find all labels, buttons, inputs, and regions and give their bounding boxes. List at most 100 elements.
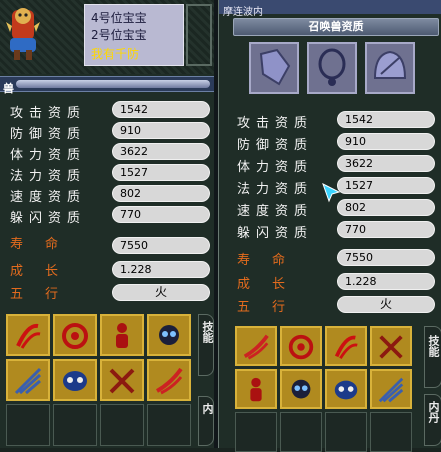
skill-slot[interactable]	[325, 326, 367, 366]
left-pet-window: 4号位宝宝 2号位宝宝 我有千防 兽 攻击资质 1542 防御资质 910 体力…	[0, 0, 214, 448]
stat-value: 3622	[112, 143, 210, 160]
left-header-scroll[interactable]	[16, 80, 210, 88]
stat-value: 1542	[112, 101, 210, 118]
right-title: 召唤兽资质	[308, 20, 364, 33]
stat-value: 770	[112, 206, 210, 223]
stat-label: 防御资质	[237, 138, 314, 153]
right-tab-neidan[interactable]: 内丹	[424, 394, 441, 446]
stat-label: 防御资质	[10, 127, 87, 142]
skill-slot-empty[interactable]	[280, 412, 322, 452]
equip-slot-necklace[interactable]	[307, 42, 357, 94]
helmet-icon	[373, 50, 407, 79]
skill-slot-empty[interactable]	[235, 412, 277, 452]
stat-value: 3622	[337, 155, 435, 172]
skill-slot[interactable]	[147, 359, 191, 401]
equip-slot-armor[interactable]	[249, 42, 299, 94]
claw-skill-icon	[334, 335, 358, 359]
right-caption: 摩连波内	[223, 7, 263, 18]
left-tab-neidan[interactable]: 内	[198, 396, 214, 446]
pet-portrait[interactable]	[4, 2, 42, 62]
skill-slot-empty[interactable]	[53, 404, 97, 446]
skull-skill-icon	[291, 379, 311, 399]
swirl-skill-icon	[288, 334, 314, 360]
skill-slot[interactable]	[100, 359, 144, 401]
stat-label: 攻击资质	[10, 106, 87, 121]
skill-slot[interactable]	[6, 359, 50, 401]
list-scroll-frame	[186, 4, 212, 66]
stat-label: 速度资质	[237, 204, 314, 219]
element-label: 五行	[237, 300, 308, 315]
pet-name-list: 4号位宝宝 2号位宝宝 我有千防	[84, 4, 184, 66]
stat-value: 1527	[337, 177, 435, 194]
skill-slot[interactable]	[370, 369, 412, 409]
left-tab-skills[interactable]: 技能	[198, 314, 214, 376]
skill-slot[interactable]	[235, 326, 277, 366]
stat-value: 910	[112, 122, 210, 139]
skill-slot[interactable]	[370, 326, 412, 366]
skill-slot[interactable]	[280, 326, 322, 366]
skill-slot[interactable]	[325, 369, 367, 409]
stat-value: 802	[337, 199, 435, 216]
right-title-bar[interactable]: 召唤兽资质	[233, 18, 439, 36]
stat-label: 法力资质	[237, 182, 314, 197]
stat-label: 法力资质	[10, 169, 87, 184]
right-skill-grid	[235, 326, 417, 452]
skill-slot-empty[interactable]	[100, 404, 144, 446]
element-label: 五行	[10, 287, 81, 302]
wing-skill-icon	[378, 377, 404, 403]
slash-skill-icon	[155, 367, 183, 395]
growth-label: 成长	[10, 264, 81, 279]
growth-label: 成长	[237, 277, 308, 292]
necklace-icon	[318, 48, 346, 86]
growth-value: 1.228	[112, 261, 210, 278]
pet-name-item[interactable]: 4号位宝宝	[85, 5, 183, 25]
skill-slot[interactable]	[280, 369, 322, 409]
pet-name-item-selected[interactable]: 我有千防	[85, 43, 183, 62]
equip-slot-helmet[interactable]	[365, 42, 415, 94]
stat-value: 910	[337, 133, 435, 150]
stat-label: 躲闪资质	[237, 226, 314, 241]
skill-slot[interactable]	[6, 314, 50, 356]
skill-slot[interactable]	[235, 369, 277, 409]
right-tab-neidan-label: 内丹	[427, 401, 440, 423]
right-aptitude-window: 摩连波内 召唤兽资质 攻击资质 1542 防御资质 910 体力资质 3622 …	[218, 0, 441, 452]
right-tab-skills-label: 技能	[427, 335, 440, 357]
skill-slot-empty[interactable]	[6, 404, 50, 446]
stat-value: 1542	[337, 111, 435, 128]
element-value: 火	[337, 296, 435, 313]
skill-slot[interactable]	[100, 314, 144, 356]
skill-slot[interactable]	[147, 314, 191, 356]
slash-skill-icon	[243, 334, 269, 360]
mask-skill-icon	[334, 380, 358, 400]
stat-label: 躲闪资质	[10, 211, 87, 226]
right-caption-bar: 摩连波内	[219, 0, 441, 18]
pet-name-item[interactable]: 2号位宝宝	[85, 24, 183, 43]
left-header-bar: 兽	[0, 76, 214, 95]
figure-skill-icon	[116, 323, 128, 348]
left-stats: 攻击资质 1542 防御资质 910 体力资质 3622 法力资质 1527 速…	[0, 96, 214, 306]
stat-value: 1527	[112, 164, 210, 181]
swirl-skill-icon	[62, 323, 88, 349]
stat-value: 802	[112, 185, 210, 202]
skill-slot[interactable]	[53, 314, 97, 356]
left-skill-grid	[6, 314, 196, 446]
skill-slot[interactable]	[53, 359, 97, 401]
mouse-cursor-icon	[322, 182, 341, 203]
skill-slot-empty[interactable]	[147, 404, 191, 446]
left-tab-neidan-label: 内	[201, 403, 214, 414]
right-tab-skills[interactable]: 技能	[424, 326, 441, 388]
lifespan-value: 7550	[337, 249, 435, 266]
crossed-blades-skill-icon	[379, 335, 403, 359]
skill-slot-empty[interactable]	[370, 412, 412, 452]
stat-label: 攻击资质	[237, 116, 314, 131]
lifespan-label: 寿命	[10, 237, 81, 252]
stat-label: 速度资质	[10, 190, 87, 205]
element-value: 火	[112, 284, 210, 301]
skill-slot-empty[interactable]	[325, 412, 367, 452]
lifespan-value: 7550	[112, 237, 210, 254]
stat-label: 体力资质	[10, 148, 87, 163]
skull-skill-icon	[159, 325, 179, 345]
right-stats: 攻击资质 1542 防御资质 910 体力资质 3622 法力资质 1527 速…	[219, 106, 441, 316]
figure-skill-icon	[250, 377, 262, 402]
left-tab-skills-char-1: 技能	[201, 321, 214, 343]
